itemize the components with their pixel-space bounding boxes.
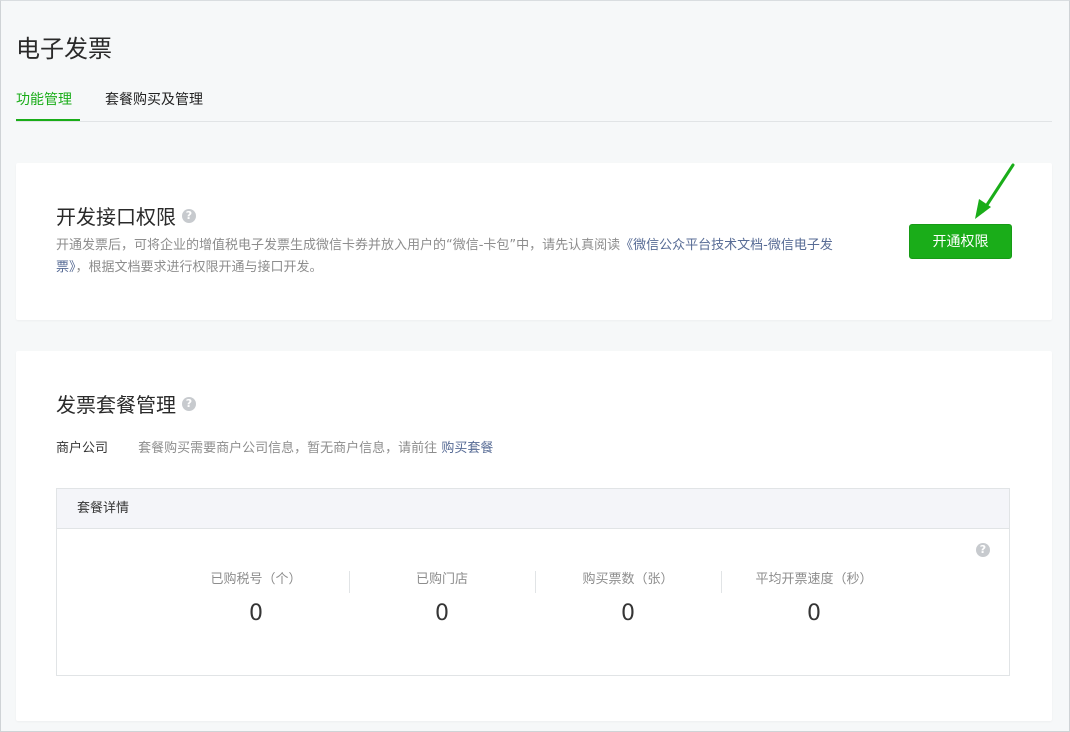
stat-value: 0 — [435, 601, 449, 626]
stat-value: 0 — [621, 601, 635, 626]
stat-label: 已购税号（个） — [210, 572, 302, 587]
page-header: 电子发票 功能管理 套餐购买及管理 — [1, 1, 1069, 126]
package-management-title: 发票套餐管理 ? — [56, 389, 196, 418]
package-management-title-text: 发票套餐管理 — [56, 393, 176, 417]
package-detail-header: 套餐详情 — [57, 489, 1009, 529]
help-icon[interactable]: ? — [182, 208, 196, 223]
description-prefix: 开通发票后，可将企业的增值税电子发票生成微信卡券并放入用户的“微信-卡包”中，请… — [56, 238, 621, 253]
open-permission-button[interactable]: 开通权限 — [909, 224, 1012, 259]
merchant-label: 商户公司 — [56, 441, 109, 456]
stat-value: 0 — [807, 601, 821, 626]
stat-value: 0 — [249, 601, 263, 626]
package-management-card: 发票套餐管理 ? 商户公司 套餐购买需要商户公司信息，暂无商户信息，请前往 购买… — [16, 351, 1052, 721]
package-detail-box: 套餐详情 ? 已购税号（个） 0 已购门店 0 购买票数（张） 0 平均开票速度… — [56, 488, 1010, 676]
arrow-annotation-icon — [975, 163, 1015, 219]
stat-label: 购买票数（张） — [582, 572, 674, 587]
api-permission-title-text: 开发接口权限 — [56, 205, 176, 229]
description-suffix: ，根据文档要求进行权限开通与接口开发。 — [75, 260, 323, 275]
stat-purchased-invoices: 购买票数（张） 0 — [535, 571, 721, 626]
api-permission-title: 开发接口权限 ? — [56, 201, 196, 230]
tab-bar: 功能管理 套餐购买及管理 — [16, 89, 1052, 122]
help-icon[interactable]: ? — [976, 543, 990, 557]
merchant-info-text: 套餐购买需要商户公司信息，暂无商户信息，请前往 — [138, 441, 438, 456]
stat-purchased-tax-ids: 已购税号（个） 0 — [163, 571, 349, 626]
api-permission-card: 开发接口权限 ? 开通发票后，可将企业的增值税电子发票生成微信卡券并放入用户的“… — [16, 163, 1052, 320]
stat-average-speed: 平均开票速度（秒） 0 — [721, 571, 907, 626]
stat-label: 平均开票速度（秒） — [755, 572, 873, 587]
package-stats: 已购税号（个） 0 已购门店 0 购买票数（张） 0 平均开票速度（秒） 0 — [163, 571, 909, 626]
main-frame: 电子发票 功能管理 套餐购买及管理 开发接口权限 ? 开通发票后，可将企业的增值… — [0, 0, 1070, 732]
tab-package-purchase[interactable]: 套餐购买及管理 — [105, 89, 203, 119]
stat-label: 已购门店 — [415, 572, 468, 587]
merchant-row: 商户公司 套餐购买需要商户公司信息，暂无商户信息，请前往 购买套餐 — [56, 437, 493, 456]
stat-purchased-stores: 已购门店 0 — [349, 571, 535, 626]
tab-feature-management[interactable]: 功能管理 — [16, 89, 80, 121]
help-icon[interactable]: ? — [182, 396, 196, 411]
merchant-info: 套餐购买需要商户公司信息，暂无商户信息，请前往 购买套餐 — [138, 441, 493, 456]
page-title: 电子发票 — [16, 35, 112, 63]
api-permission-description: 开通发票后，可将企业的增值税电子发票生成微信卡券并放入用户的“微信-卡包”中，请… — [56, 235, 836, 279]
buy-package-link[interactable]: 购买套餐 — [441, 441, 493, 456]
